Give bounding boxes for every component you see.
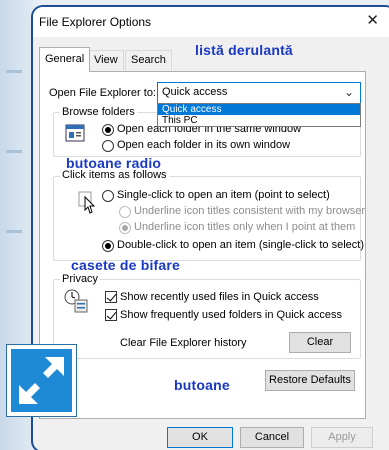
open-explorer-combo[interactable]: Quick access ⌄ xyxy=(157,82,361,104)
annotation-radio: butoane radio xyxy=(66,155,162,171)
expand-arrows-icon xyxy=(7,345,76,416)
apply-button[interactable]: Apply xyxy=(311,427,373,448)
dropdown-arrow-icon[interactable]: ⌄ xyxy=(344,85,354,99)
checkbox-frequent-folders[interactable] xyxy=(105,309,117,321)
title-bar: File Explorer Options ✕ xyxy=(33,7,389,37)
radio-single-click[interactable] xyxy=(102,190,114,202)
background-stripe xyxy=(6,230,22,233)
annotation-checkbox: casete de bifare xyxy=(71,257,181,273)
clear-history-label: Clear File Explorer history xyxy=(120,337,247,349)
cursor-hand-icon xyxy=(78,191,96,214)
radio-double-click-label[interactable]: Double-click to open an item (single-cli… xyxy=(117,239,364,251)
checkbox-recent-files[interactable] xyxy=(105,291,117,303)
cancel-button[interactable]: Cancel xyxy=(240,427,304,448)
radio-own-window-label[interactable]: Open each folder in its own window xyxy=(117,139,290,151)
background-stripe xyxy=(6,70,22,73)
file-explorer-options-dialog: File Explorer Options ✕ General View Sea… xyxy=(31,5,389,450)
privacy-icon xyxy=(64,289,88,313)
annotation-dropdown: listă derulantă xyxy=(195,42,293,58)
radio-same-window[interactable] xyxy=(102,124,114,136)
window-icon xyxy=(65,124,85,142)
radio-single-click-label[interactable]: Single-click to open an item (point to s… xyxy=(117,189,330,201)
browse-folders-title: Browse folders xyxy=(60,106,137,118)
open-explorer-label: Open File Explorer to: xyxy=(49,87,156,99)
ok-button[interactable]: OK xyxy=(167,427,233,448)
tab-general[interactable]: General xyxy=(39,47,91,72)
tab-view[interactable]: View xyxy=(88,50,124,70)
dropdown-option-this-pc[interactable]: This PC xyxy=(158,115,360,126)
restore-defaults-button[interactable]: Restore Defaults xyxy=(265,370,355,391)
background-stripe xyxy=(6,150,22,153)
tab-search[interactable]: Search xyxy=(125,50,172,70)
radio-underline-point-label[interactable]: Underline icon titles only when I point … xyxy=(134,221,355,233)
checkbox-recent-files-label[interactable]: Show recently used files in Quick access xyxy=(120,291,319,303)
radio-underline-browser[interactable] xyxy=(119,206,131,218)
open-explorer-dropdown-list: Quick access This PC xyxy=(157,103,361,127)
clear-button[interactable]: Clear xyxy=(289,332,351,353)
radio-underline-browser-label[interactable]: Underline icon titles consistent with my… xyxy=(134,205,365,217)
annotation-buttons: butoane xyxy=(174,377,230,393)
privacy-title: Privacy xyxy=(60,273,101,285)
radio-double-click[interactable] xyxy=(102,240,114,252)
radio-own-window[interactable] xyxy=(102,140,114,152)
dialog-title: File Explorer Options xyxy=(39,15,152,29)
checkbox-frequent-folders-label[interactable]: Show frequently used folders in Quick ac… xyxy=(120,309,342,321)
combo-selected-value: Quick access xyxy=(162,86,228,98)
close-icon[interactable]: ✕ xyxy=(366,11,379,29)
dropdown-option-quick-access[interactable]: Quick access xyxy=(158,104,360,115)
radio-underline-point[interactable] xyxy=(119,222,131,234)
